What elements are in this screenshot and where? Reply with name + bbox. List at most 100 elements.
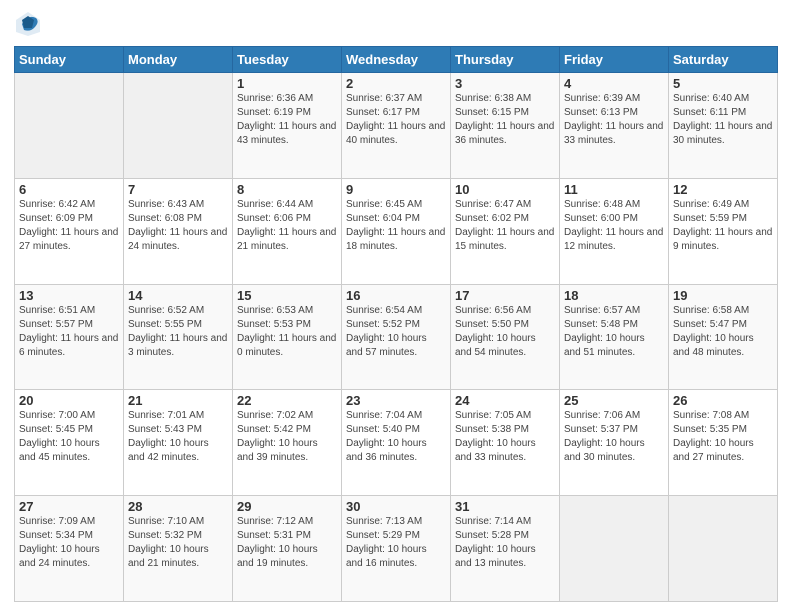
day-number: 8 [237, 182, 337, 197]
calendar-cell: 26Sunrise: 7:08 AM Sunset: 5:35 PM Dayli… [669, 390, 778, 496]
day-number: 26 [673, 393, 773, 408]
day-number: 12 [673, 182, 773, 197]
week-row-4: 20Sunrise: 7:00 AM Sunset: 5:45 PM Dayli… [15, 390, 778, 496]
day-info: Sunrise: 7:10 AM Sunset: 5:32 PM Dayligh… [128, 515, 228, 571]
calendar-cell: 19Sunrise: 6:58 AM Sunset: 5:47 PM Dayli… [669, 284, 778, 390]
page: SundayMondayTuesdayWednesdayThursdayFrid… [0, 0, 792, 612]
day-number: 24 [455, 393, 555, 408]
day-info: Sunrise: 7:13 AM Sunset: 5:29 PM Dayligh… [346, 515, 446, 571]
day-number: 22 [237, 393, 337, 408]
week-row-1: 1Sunrise: 6:36 AM Sunset: 6:19 PM Daylig… [15, 73, 778, 179]
calendar-cell: 22Sunrise: 7:02 AM Sunset: 5:42 PM Dayli… [233, 390, 342, 496]
day-info: Sunrise: 6:58 AM Sunset: 5:47 PM Dayligh… [673, 304, 773, 360]
day-info: Sunrise: 6:36 AM Sunset: 6:19 PM Dayligh… [237, 92, 337, 148]
day-number: 17 [455, 288, 555, 303]
calendar-cell: 2Sunrise: 6:37 AM Sunset: 6:17 PM Daylig… [342, 73, 451, 179]
calendar-cell [124, 73, 233, 179]
day-number: 6 [19, 182, 119, 197]
calendar-cell: 21Sunrise: 7:01 AM Sunset: 5:43 PM Dayli… [124, 390, 233, 496]
weekday-tuesday: Tuesday [233, 47, 342, 73]
weekday-saturday: Saturday [669, 47, 778, 73]
day-info: Sunrise: 6:40 AM Sunset: 6:11 PM Dayligh… [673, 92, 773, 148]
weekday-wednesday: Wednesday [342, 47, 451, 73]
day-info: Sunrise: 6:56 AM Sunset: 5:50 PM Dayligh… [455, 304, 555, 360]
calendar-cell: 3Sunrise: 6:38 AM Sunset: 6:15 PM Daylig… [451, 73, 560, 179]
day-info: Sunrise: 6:47 AM Sunset: 6:02 PM Dayligh… [455, 198, 555, 254]
day-number: 7 [128, 182, 228, 197]
day-info: Sunrise: 6:43 AM Sunset: 6:08 PM Dayligh… [128, 198, 228, 254]
day-number: 1 [237, 76, 337, 91]
calendar-cell: 7Sunrise: 6:43 AM Sunset: 6:08 PM Daylig… [124, 178, 233, 284]
calendar-cell [560, 496, 669, 602]
calendar-cell: 27Sunrise: 7:09 AM Sunset: 5:34 PM Dayli… [15, 496, 124, 602]
logo [14, 10, 46, 38]
calendar-cell: 10Sunrise: 6:47 AM Sunset: 6:02 PM Dayli… [451, 178, 560, 284]
day-number: 10 [455, 182, 555, 197]
day-number: 29 [237, 499, 337, 514]
week-row-3: 13Sunrise: 6:51 AM Sunset: 5:57 PM Dayli… [15, 284, 778, 390]
calendar-cell: 15Sunrise: 6:53 AM Sunset: 5:53 PM Dayli… [233, 284, 342, 390]
calendar-cell: 23Sunrise: 7:04 AM Sunset: 5:40 PM Dayli… [342, 390, 451, 496]
calendar-cell: 24Sunrise: 7:05 AM Sunset: 5:38 PM Dayli… [451, 390, 560, 496]
calendar-cell: 13Sunrise: 6:51 AM Sunset: 5:57 PM Dayli… [15, 284, 124, 390]
calendar-cell: 9Sunrise: 6:45 AM Sunset: 6:04 PM Daylig… [342, 178, 451, 284]
weekday-friday: Friday [560, 47, 669, 73]
day-number: 28 [128, 499, 228, 514]
day-number: 21 [128, 393, 228, 408]
day-number: 25 [564, 393, 664, 408]
day-info: Sunrise: 6:42 AM Sunset: 6:09 PM Dayligh… [19, 198, 119, 254]
day-info: Sunrise: 6:45 AM Sunset: 6:04 PM Dayligh… [346, 198, 446, 254]
day-info: Sunrise: 6:51 AM Sunset: 5:57 PM Dayligh… [19, 304, 119, 360]
calendar-cell: 25Sunrise: 7:06 AM Sunset: 5:37 PM Dayli… [560, 390, 669, 496]
calendar-cell: 6Sunrise: 6:42 AM Sunset: 6:09 PM Daylig… [15, 178, 124, 284]
calendar-cell: 16Sunrise: 6:54 AM Sunset: 5:52 PM Dayli… [342, 284, 451, 390]
day-number: 30 [346, 499, 446, 514]
calendar-cell: 18Sunrise: 6:57 AM Sunset: 5:48 PM Dayli… [560, 284, 669, 390]
day-number: 27 [19, 499, 119, 514]
calendar-cell: 5Sunrise: 6:40 AM Sunset: 6:11 PM Daylig… [669, 73, 778, 179]
calendar-cell: 29Sunrise: 7:12 AM Sunset: 5:31 PM Dayli… [233, 496, 342, 602]
calendar-cell: 14Sunrise: 6:52 AM Sunset: 5:55 PM Dayli… [124, 284, 233, 390]
weekday-monday: Monday [124, 47, 233, 73]
day-info: Sunrise: 6:49 AM Sunset: 5:59 PM Dayligh… [673, 198, 773, 254]
day-info: Sunrise: 7:14 AM Sunset: 5:28 PM Dayligh… [455, 515, 555, 571]
day-number: 3 [455, 76, 555, 91]
day-info: Sunrise: 7:08 AM Sunset: 5:35 PM Dayligh… [673, 409, 773, 465]
day-info: Sunrise: 6:57 AM Sunset: 5:48 PM Dayligh… [564, 304, 664, 360]
calendar-cell: 17Sunrise: 6:56 AM Sunset: 5:50 PM Dayli… [451, 284, 560, 390]
week-row-5: 27Sunrise: 7:09 AM Sunset: 5:34 PM Dayli… [15, 496, 778, 602]
day-info: Sunrise: 6:38 AM Sunset: 6:15 PM Dayligh… [455, 92, 555, 148]
logo-icon [14, 10, 42, 38]
day-number: 23 [346, 393, 446, 408]
weekday-thursday: Thursday [451, 47, 560, 73]
day-number: 16 [346, 288, 446, 303]
day-number: 31 [455, 499, 555, 514]
day-number: 4 [564, 76, 664, 91]
day-number: 13 [19, 288, 119, 303]
day-info: Sunrise: 7:02 AM Sunset: 5:42 PM Dayligh… [237, 409, 337, 465]
day-info: Sunrise: 7:01 AM Sunset: 5:43 PM Dayligh… [128, 409, 228, 465]
day-info: Sunrise: 6:53 AM Sunset: 5:53 PM Dayligh… [237, 304, 337, 360]
day-number: 18 [564, 288, 664, 303]
day-number: 15 [237, 288, 337, 303]
day-number: 9 [346, 182, 446, 197]
day-info: Sunrise: 7:05 AM Sunset: 5:38 PM Dayligh… [455, 409, 555, 465]
day-info: Sunrise: 7:12 AM Sunset: 5:31 PM Dayligh… [237, 515, 337, 571]
day-info: Sunrise: 6:44 AM Sunset: 6:06 PM Dayligh… [237, 198, 337, 254]
calendar-cell [15, 73, 124, 179]
day-number: 11 [564, 182, 664, 197]
day-info: Sunrise: 7:04 AM Sunset: 5:40 PM Dayligh… [346, 409, 446, 465]
header [14, 10, 778, 38]
calendar-cell: 1Sunrise: 6:36 AM Sunset: 6:19 PM Daylig… [233, 73, 342, 179]
day-number: 19 [673, 288, 773, 303]
day-info: Sunrise: 7:06 AM Sunset: 5:37 PM Dayligh… [564, 409, 664, 465]
calendar-cell: 28Sunrise: 7:10 AM Sunset: 5:32 PM Dayli… [124, 496, 233, 602]
day-info: Sunrise: 6:52 AM Sunset: 5:55 PM Dayligh… [128, 304, 228, 360]
calendar-cell [669, 496, 778, 602]
day-number: 14 [128, 288, 228, 303]
day-info: Sunrise: 6:39 AM Sunset: 6:13 PM Dayligh… [564, 92, 664, 148]
calendar-cell: 30Sunrise: 7:13 AM Sunset: 5:29 PM Dayli… [342, 496, 451, 602]
day-info: Sunrise: 7:09 AM Sunset: 5:34 PM Dayligh… [19, 515, 119, 571]
calendar-cell: 20Sunrise: 7:00 AM Sunset: 5:45 PM Dayli… [15, 390, 124, 496]
day-info: Sunrise: 6:37 AM Sunset: 6:17 PM Dayligh… [346, 92, 446, 148]
